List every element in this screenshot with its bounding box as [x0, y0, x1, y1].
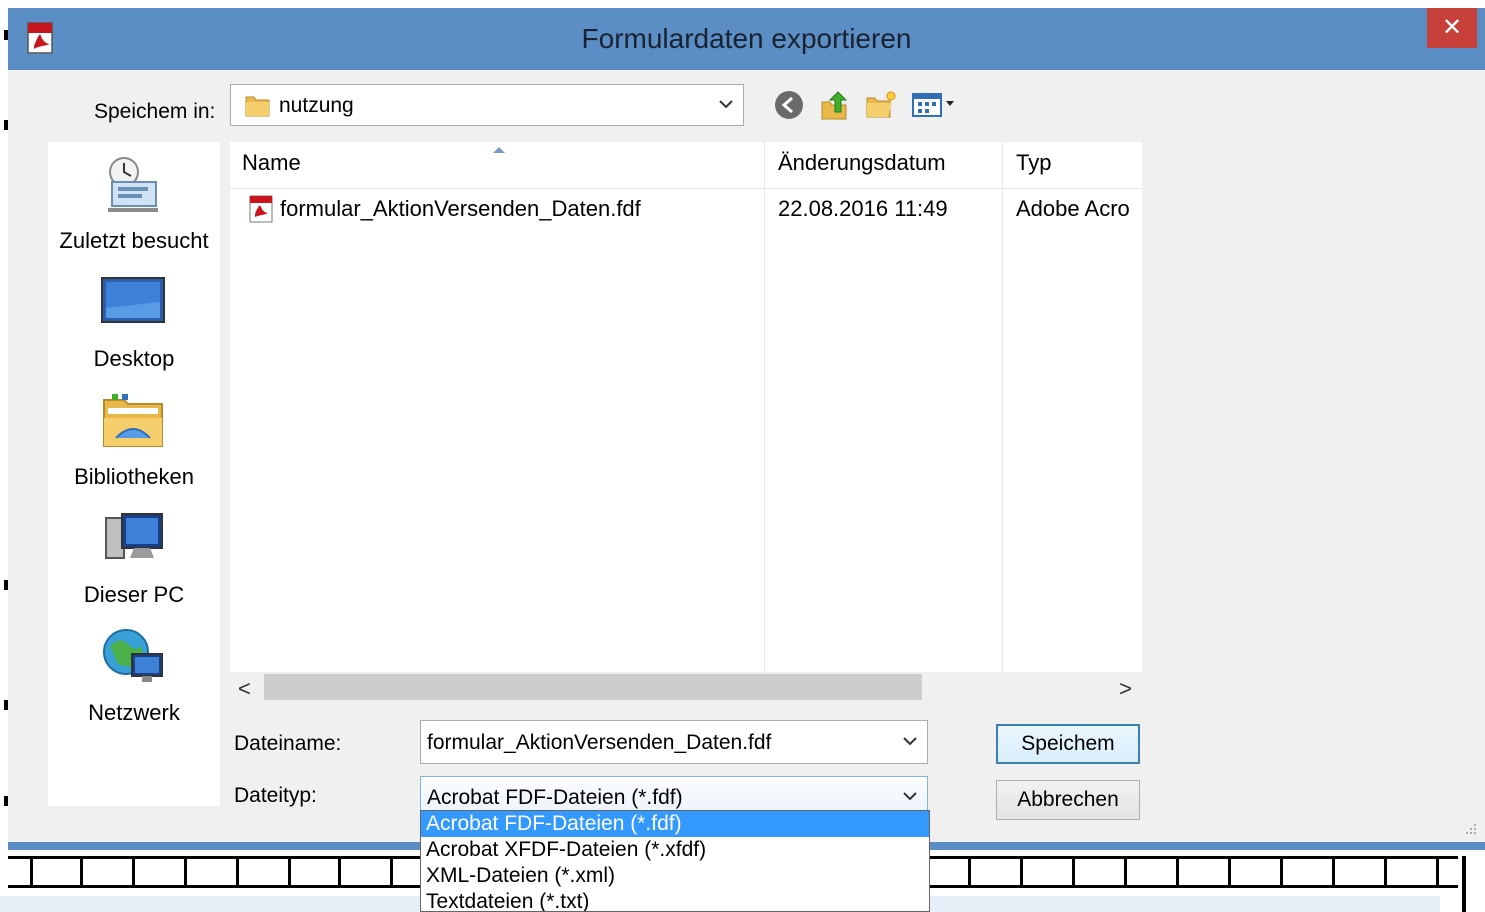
- place-label: Dieser PC: [83, 582, 185, 607]
- ruler-tick: [1020, 859, 1023, 885]
- chevron-down-icon[interactable]: [901, 732, 919, 755]
- scroll-right-icon[interactable]: >: [1119, 676, 1132, 702]
- sort-ascending-icon: [492, 142, 506, 160]
- acrobat-app-icon[interactable]: [26, 22, 56, 54]
- column-separator: [764, 142, 765, 672]
- places-bar: Zuletzt besucht Desktop Bibliotheken Die…: [48, 142, 220, 806]
- up-folder-icon[interactable]: [818, 88, 852, 122]
- ruler-tick: [184, 859, 187, 885]
- cancel-button[interactable]: Abbrechen: [996, 780, 1140, 820]
- ruler-tick: [1332, 859, 1335, 885]
- column-separator: [1002, 142, 1003, 672]
- ruler-tick: [1228, 859, 1231, 885]
- filetype-dropdown-list[interactable]: Acrobat FDF-Dateien (*.fdf) Acrobat XFDF…: [420, 810, 930, 912]
- column-header-type[interactable]: Typ: [1016, 150, 1051, 176]
- desktop-icon: [98, 272, 168, 334]
- chevron-down-icon[interactable]: [901, 787, 919, 810]
- scrollbar-thumb[interactable]: [264, 674, 922, 700]
- filename-input[interactable]: formular_AktionVersenden_Daten.fdf: [420, 720, 928, 764]
- resize-grip-icon[interactable]: [1460, 822, 1478, 840]
- ruler-tick: [1384, 859, 1387, 885]
- place-recent[interactable]: Zuletzt besucht: [48, 148, 220, 260]
- ruler-tick: [132, 859, 135, 885]
- ruler-tick: [1436, 859, 1439, 885]
- dialog-body: Speichem in: nutzung Zuletzt besucht Des…: [8, 70, 1485, 842]
- save-button[interactable]: Speichem: [996, 724, 1140, 764]
- ruler-tick: [1176, 859, 1179, 885]
- new-folder-icon[interactable]: [864, 88, 898, 122]
- savein-value: nutzung: [279, 94, 354, 117]
- ruler-tick: [1280, 859, 1283, 885]
- column-header-modified[interactable]: Änderungsdatum: [778, 150, 946, 176]
- dialog-titlebar[interactable]: Formulardaten exportieren ✕: [8, 8, 1485, 70]
- file-name-cell: formular_AktionVersenden_Daten.fdf: [280, 196, 641, 221]
- filetype-option[interactable]: XML-Dateien (*.xml): [421, 863, 929, 889]
- place-libraries[interactable]: Bibliotheken: [48, 384, 220, 496]
- savein-combo[interactable]: nutzung: [230, 84, 744, 126]
- ruler-tick: [1124, 859, 1127, 885]
- close-button[interactable]: ✕: [1427, 8, 1477, 48]
- place-this-pc[interactable]: Dieser PC: [48, 502, 220, 614]
- pdf-file-icon: [246, 194, 276, 230]
- filename-label: Dateiname:: [234, 732, 342, 755]
- ruler-tick: [236, 859, 239, 885]
- ruler-tick: [968, 859, 971, 885]
- filetype-option[interactable]: Acrobat FDF-Dateien (*.fdf): [421, 811, 929, 837]
- view-menu-icon[interactable]: [910, 88, 962, 122]
- recent-places-icon: [98, 154, 168, 216]
- filetype-option[interactable]: Acrobat XFDF-Dateien (*.xfdf): [421, 837, 929, 863]
- folder-icon: [245, 94, 271, 123]
- filetype-value: Acrobat FDF-Dateien (*.fdf): [427, 786, 683, 809]
- ruler-tick: [1072, 859, 1075, 885]
- file-list[interactable]: Name Änderungsdatum Typ formular_AktionV…: [230, 142, 1142, 672]
- place-desktop[interactable]: Desktop: [48, 266, 220, 378]
- place-network[interactable]: Netzwerk: [48, 620, 220, 732]
- libraries-icon: [98, 390, 168, 452]
- ruler-tick: [30, 859, 33, 885]
- network-icon: [98, 626, 168, 688]
- background-document-border: [1462, 856, 1466, 912]
- ruler-tick: [288, 859, 291, 885]
- ruler-tick: [338, 859, 341, 885]
- ruler-tick: [390, 859, 393, 885]
- ruler-tick: [80, 859, 83, 885]
- chevron-down-icon[interactable]: [717, 95, 735, 118]
- computer-icon: [98, 508, 168, 570]
- filetype-label: Dateityp:: [234, 784, 317, 807]
- filetype-option[interactable]: Textdateien (*.txt): [421, 889, 929, 911]
- scroll-left-icon[interactable]: <: [238, 676, 251, 702]
- place-label: Zuletzt besucht: [59, 228, 209, 253]
- savein-label: Speichem in:: [94, 100, 216, 123]
- place-label: Netzwerk: [88, 700, 180, 725]
- list-header: Name Änderungsdatum Typ: [230, 142, 1142, 189]
- column-header-name[interactable]: Name: [242, 150, 301, 176]
- back-icon[interactable]: [772, 88, 806, 122]
- horizontal-scrollbar[interactable]: < >: [230, 672, 1142, 702]
- place-label: Bibliotheken: [74, 464, 194, 489]
- export-dialog: Formulardaten exportieren ✕ Speichem in:…: [8, 8, 1485, 850]
- file-type-cell: Adobe Acro: [1016, 196, 1130, 221]
- file-modified-cell: 22.08.2016 11:49: [778, 196, 948, 221]
- dialog-title: Formulardaten exportieren: [581, 23, 912, 54]
- place-label: Desktop: [93, 346, 175, 371]
- filename-value: formular_AktionVersenden_Daten.fdf: [427, 731, 772, 754]
